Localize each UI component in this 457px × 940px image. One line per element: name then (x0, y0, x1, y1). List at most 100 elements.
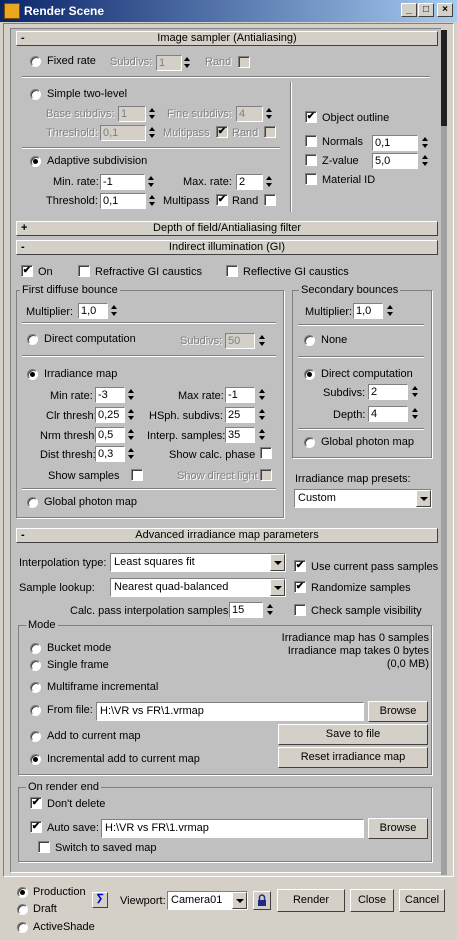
global-photon-map-radio[interactable] (304, 437, 315, 448)
bucket-mode-radio[interactable] (30, 643, 41, 654)
spinner-arrows[interactable] (127, 446, 136, 462)
viewport-dropdown[interactable]: Camera01 (167, 891, 248, 910)
spinner-arrows[interactable] (411, 384, 420, 400)
dropdown-arrow-icon[interactable] (232, 892, 247, 909)
spinner-arrows[interactable] (421, 153, 430, 169)
direct-computation-radio[interactable] (27, 334, 38, 345)
switch-to-saved-map-checkbox[interactable] (38, 841, 50, 853)
add-to-current-map-radio[interactable] (30, 731, 41, 742)
max-rate-field[interactable]: 2 (236, 174, 263, 190)
interpolation-type-dropdown[interactable]: Least squares fit (110, 553, 286, 572)
simple-two-level-radio[interactable] (30, 89, 41, 100)
rollout-advanced-irradiance[interactable]: - Advanced irradiance map parameters (16, 528, 438, 543)
interp-samples-field[interactable]: 35 (225, 427, 255, 443)
draft-radio[interactable] (17, 904, 28, 915)
scrollbar[interactable] (441, 30, 447, 875)
check-sample-visibility-checkbox[interactable] (294, 604, 306, 616)
none-radio[interactable] (304, 335, 315, 346)
activeshade-radio[interactable] (17, 922, 28, 933)
scrollbar-thumb[interactable] (441, 30, 447, 126)
z-value-field[interactable]: 5,0 (372, 153, 418, 169)
spinner-arrows[interactable] (411, 406, 420, 422)
auto-save-path-field[interactable]: H:\VR vs FR\1.vrmap (101, 819, 364, 838)
spinner-arrows[interactable] (258, 407, 267, 423)
rand-checkbox[interactable] (238, 56, 250, 68)
refractive-caustics-checkbox[interactable] (78, 265, 90, 277)
subdivs-field[interactable]: 1 (156, 55, 182, 71)
clr-thresh-field[interactable]: 0,25 (95, 407, 125, 423)
min-rate-field[interactable]: -1 (100, 174, 145, 190)
reset-irradiance-map-button[interactable]: Reset irradiance map (278, 747, 428, 768)
threshold-field[interactable]: 0,1 (100, 193, 146, 209)
fixed-rate-radio[interactable] (30, 56, 41, 67)
save-to-file-button[interactable]: Save to file (278, 724, 428, 745)
rollout-image-sampler[interactable]: - Image sampler (Antialiasing) (16, 31, 438, 46)
production-radio[interactable] (17, 887, 28, 898)
sample-lookup-dropdown[interactable]: Nearest quad-balanced (110, 578, 286, 597)
toggle-icon[interactable]: ⵢ (92, 892, 108, 908)
fine-subdivs-field[interactable]: 4 (236, 106, 263, 122)
normals-checkbox[interactable] (305, 135, 317, 147)
spinner-arrows[interactable] (127, 427, 136, 443)
render-button[interactable]: Render (277, 889, 345, 912)
direct-computation-radio[interactable] (304, 369, 315, 380)
use-current-pass-checkbox[interactable]: ✔ (294, 560, 306, 572)
dropdown-arrow-icon[interactable] (416, 490, 431, 507)
lock-button[interactable] (253, 891, 271, 910)
presets-dropdown[interactable]: Custom (294, 489, 432, 508)
spinner-arrows[interactable] (421, 135, 430, 151)
hsph-subdivs-field[interactable]: 25 (225, 407, 255, 423)
normals-field[interactable]: 0,1 (372, 135, 418, 151)
spinner-arrows[interactable] (258, 387, 267, 403)
material-id-checkbox[interactable] (305, 173, 317, 185)
calc-pass-field[interactable]: 15 (229, 602, 263, 618)
global-photon-map-radio[interactable] (27, 497, 38, 508)
incremental-add-radio[interactable] (30, 754, 41, 765)
spinner-arrows[interactable] (147, 174, 156, 190)
max-rate-field[interactable]: -1 (225, 387, 255, 403)
dropdown-arrow-icon[interactable] (270, 554, 285, 571)
rand-checkbox[interactable] (264, 126, 276, 138)
show-direct-light-checkbox[interactable] (260, 469, 272, 481)
close-window-button[interactable]: × (437, 3, 453, 17)
multipass-checkbox[interactable]: ✔ (216, 194, 228, 206)
threshold-field[interactable]: 0,1 (100, 125, 146, 141)
multiplier-field[interactable]: 1,0 (78, 303, 108, 319)
browse-button[interactable]: Browse (368, 818, 428, 839)
multiplier-field[interactable]: 1,0 (353, 303, 383, 319)
min-rate-field[interactable]: -3 (95, 387, 125, 403)
dont-delete-checkbox[interactable]: ✔ (30, 797, 42, 809)
base-subdivs-field[interactable]: 1 (118, 106, 146, 122)
gi-on-checkbox[interactable]: ✔ (21, 265, 33, 277)
rollout-gi[interactable]: - Indirect illumination (GI) (16, 240, 438, 255)
spinner-arrows[interactable] (110, 303, 119, 319)
depth-field[interactable]: 4 (368, 406, 408, 422)
subdivs-field[interactable]: 50 (225, 333, 255, 349)
z-value-checkbox[interactable] (305, 154, 317, 166)
from-file-radio[interactable] (30, 705, 41, 716)
show-samples-checkbox[interactable] (131, 469, 143, 481)
from-file-path-field[interactable]: H:\VR vs FR\1.vrmap (96, 702, 364, 721)
object-outline-checkbox[interactable]: ✔ (305, 111, 317, 123)
cancel-button[interactable]: Cancel (399, 889, 445, 912)
irradiance-map-radio[interactable] (27, 369, 38, 380)
title-bar[interactable]: Render Scene _ □ × (0, 0, 457, 22)
rand-checkbox[interactable] (264, 194, 276, 206)
spinner-arrows[interactable] (386, 303, 395, 319)
spinner-arrows[interactable] (148, 125, 157, 141)
browse-button[interactable]: Browse (368, 701, 428, 722)
spinner-arrows[interactable] (265, 106, 274, 122)
spinner-arrows[interactable] (266, 602, 275, 618)
adaptive-subdivision-radio-selected[interactable] (30, 156, 41, 167)
maximize-button[interactable]: □ (418, 3, 434, 17)
spinner-arrows[interactable] (127, 387, 136, 403)
close-button[interactable]: Close (350, 889, 394, 912)
spinner-arrows[interactable] (148, 193, 157, 209)
nrm-thresh-field[interactable]: 0,5 (95, 427, 125, 443)
rollout-dof[interactable]: + Depth of field/Antialiasing filter (16, 221, 438, 236)
dist-thresh-field[interactable]: 0,3 (95, 446, 125, 462)
dropdown-arrow-icon[interactable] (270, 579, 285, 596)
spinner-arrows[interactable] (265, 174, 274, 190)
spinner-arrows[interactable] (148, 106, 157, 122)
reflective-caustics-checkbox[interactable] (226, 265, 238, 277)
